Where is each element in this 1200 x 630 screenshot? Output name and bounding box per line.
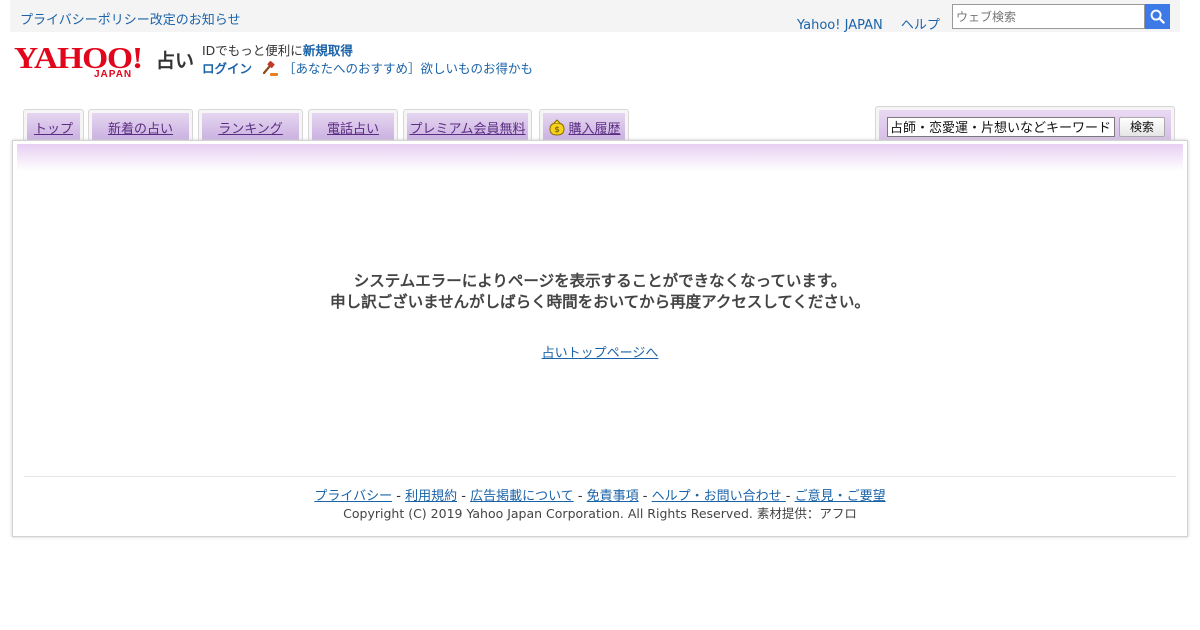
footer-link-help[interactable]: ヘルプ・お問い合わせ [652, 489, 786, 504]
top-page-link-wrap: 占いトップページへ [13, 342, 1187, 361]
tab-label[interactable]: トップ [34, 118, 73, 137]
web-search [952, 4, 1170, 29]
error-line-2: 申し訳ございませんがしばらく時間をおいてから再度アクセスしてください。 [330, 293, 870, 311]
tab-new-fortunes[interactable]: 新着の占い [88, 109, 193, 142]
footer-link-disclaimer[interactable]: 免責事項 [587, 489, 639, 504]
coin-bag-icon: $ [549, 118, 565, 136]
help-link[interactable]: ヘルプ [901, 18, 940, 33]
fortune-search-input[interactable] [887, 116, 1115, 137]
fortune-search-button[interactable]: 検索 [1119, 116, 1165, 137]
search-icon [1150, 9, 1165, 24]
tab-label[interactable]: プレミアム会員無料 [409, 118, 525, 137]
yahoo-japan-logo[interactable]: YAHOO! JAPAN [14, 42, 152, 82]
footer-link-ads[interactable]: 広告掲載について [470, 489, 574, 504]
footer-link-privacy[interactable]: プライバシー [314, 489, 392, 504]
id-promo: IDでもっと便利に新規取得 [202, 42, 533, 59]
footer-link-feedback[interactable]: ご意見・ご要望 [795, 489, 886, 504]
error-line-1: システムエラーによりページを表示することができなくなっています。 [353, 272, 847, 290]
privacy-notice-link[interactable]: プライバシーポリシー改定のお知らせ [20, 9, 240, 28]
tab-label[interactable]: 購入履歴 [568, 118, 620, 137]
logo-text: YAHOO! [14, 40, 143, 75]
tab-ranking[interactable]: ランキング [198, 109, 303, 142]
footer-divider [24, 476, 1176, 477]
fortune-search: 検索 [875, 106, 1175, 143]
promo-link[interactable]: ［あなたへのおすすめ］欲しいものお得かも [283, 60, 533, 77]
copyright: Copyright (C) 2019 Yahoo Japan Corporati… [343, 506, 857, 521]
tab-premium[interactable]: プレミアム会員無料 [403, 109, 532, 142]
user-box: IDでもっと便利に新規取得 ログイン ［あなたへのおすすめ］欲しいものお得かも [202, 42, 533, 77]
footer-link-terms[interactable]: 利用規約 [405, 489, 457, 504]
auction-gavel-icon [262, 60, 279, 76]
web-search-input[interactable] [952, 4, 1145, 29]
logo-subtext: JAPAN [94, 69, 133, 80]
fortune-top-link[interactable]: 占いトップページへ [542, 346, 659, 361]
top-links: Yahoo! JAPAN ヘルプ [797, 14, 954, 33]
svg-text:$: $ [555, 125, 561, 134]
tab-label[interactable]: 電話占い [327, 118, 379, 137]
yahoo-japan-link[interactable]: Yahoo! JAPAN [797, 18, 883, 33]
footer-links: プライバシー - 利用規約 - 広告掲載について - 免責事項 - ヘルプ・お問… [314, 489, 886, 504]
tab-label[interactable]: ランキング [218, 118, 283, 137]
tab-purchase-history[interactable]: $ 購入履歴 [539, 109, 629, 142]
service-name[interactable]: 占い [156, 46, 194, 73]
main-content: システムエラーによりページを表示することができなくなっています。 申し訳ございま… [12, 140, 1188, 537]
header-band [17, 144, 1183, 171]
login-link[interactable]: ログイン [202, 60, 252, 77]
signup-link[interactable]: 新規取得 [303, 43, 353, 58]
web-search-button[interactable] [1145, 4, 1170, 29]
tab-label[interactable]: 新着の占い [108, 118, 173, 137]
tab-top[interactable]: トップ [23, 109, 84, 142]
id-text: IDでもっと便利に [202, 43, 303, 58]
tab-phone-fortune[interactable]: 電話占い [308, 109, 398, 142]
error-message: システムエラーによりページを表示することができなくなっています。 申し訳ございま… [13, 271, 1187, 313]
